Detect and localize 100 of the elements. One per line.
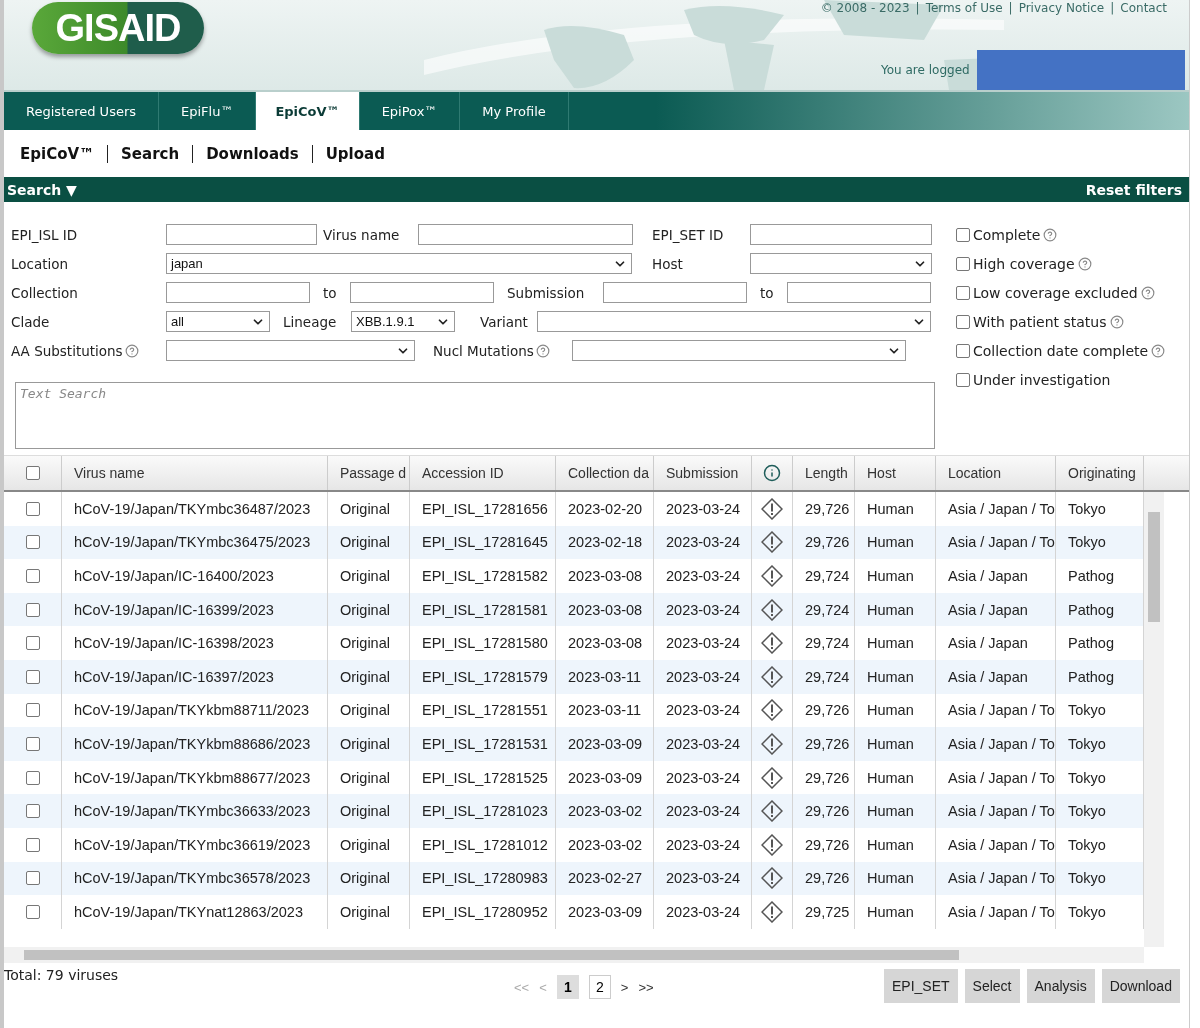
row-checkbox[interactable] [25, 636, 40, 651]
column-header[interactable]: Accession ID [422, 465, 504, 481]
table-cell: 29,726 [805, 836, 850, 853]
table-cell: Asia / Japan / To [948, 769, 1055, 786]
table-cell: Human [867, 870, 914, 887]
nav-tab[interactable]: My Profile [460, 92, 569, 130]
select-all-checkbox[interactable] [25, 466, 40, 480]
row-checkbox[interactable] [25, 804, 40, 819]
nav-tab[interactable]: EpiPox™ [359, 92, 461, 130]
checkbox[interactable] [956, 227, 970, 242]
sub-nav-link[interactable]: Downloads [206, 144, 299, 163]
checkbox[interactable] [956, 256, 970, 271]
pager-link[interactable]: > [620, 979, 629, 995]
table-cell: 2023-03-02 [568, 836, 643, 853]
warning-icon [761, 497, 783, 520]
help-icon[interactable] [1151, 343, 1166, 358]
header-link[interactable]: Privacy Notice [1018, 1, 1105, 15]
page-number[interactable]: 1 [556, 975, 579, 999]
table-cell: 29,726 [805, 702, 850, 719]
nav-tab[interactable]: Registered Users [4, 92, 160, 130]
sub-nav-link[interactable]: Upload [325, 144, 385, 163]
table-cell: 29,725 [805, 903, 850, 920]
checkbox[interactable] [956, 285, 970, 300]
row-checkbox[interactable] [25, 837, 40, 852]
checkbox-label: Complete [973, 226, 1041, 243]
input-field[interactable] [603, 282, 747, 303]
pager-link[interactable]: >> [638, 979, 654, 995]
table-cell: 29,726 [805, 803, 850, 820]
dropdown[interactable]: XBB.1.9.1 [351, 311, 455, 332]
column-header[interactable]: Location [948, 465, 1001, 481]
text-search-field[interactable]: Text Search [15, 382, 935, 449]
row-checkbox[interactable] [25, 501, 40, 516]
dropdown[interactable] [166, 340, 415, 361]
horizontal-scrollbar[interactable] [4, 947, 1144, 963]
column-header[interactable]: Host [867, 465, 896, 481]
table-cell: hCoV-19/Japan/IC-16398/2023 [74, 635, 274, 652]
help-icon[interactable] [1043, 227, 1058, 242]
checkbox[interactable] [956, 314, 970, 329]
row-checkbox[interactable] [25, 535, 40, 550]
row-checkbox[interactable] [25, 569, 40, 583]
input-field[interactable] [166, 282, 310, 303]
action-button[interactable]: Analysis [1026, 969, 1095, 1003]
dropdown[interactable]: japan [166, 253, 632, 274]
help-icon[interactable] [1109, 314, 1124, 329]
search-toggle[interactable]: Search ▼ [7, 181, 77, 198]
table-cell: 2023-03-09 [568, 769, 643, 786]
input-field[interactable] [750, 224, 932, 245]
checkbox-label: Low coverage excluded [973, 284, 1138, 301]
column-header[interactable]: Virus name [74, 465, 145, 481]
row-checkbox[interactable] [25, 904, 40, 919]
dropdown[interactable] [537, 311, 931, 332]
table-cell: EPI_ISL_17281525 [422, 769, 548, 786]
row-checkbox[interactable] [25, 871, 40, 886]
action-button[interactable]: Download [1101, 969, 1180, 1003]
table-cell: Human [867, 668, 914, 685]
table-cell: 2023-03-24 [666, 668, 741, 685]
input-field[interactable] [350, 282, 494, 303]
help-icon[interactable] [124, 343, 139, 358]
row-checkbox[interactable] [25, 736, 40, 751]
sub-nav-link[interactable]: EpiCoV™ [20, 144, 95, 163]
table-cell: Human [867, 601, 914, 618]
column-header[interactable]: Length [805, 465, 848, 481]
action-button[interactable]: EPI_SET [884, 969, 958, 1003]
column-header[interactable]: Collection da [568, 465, 649, 481]
vertical-scrollbar[interactable] [1144, 492, 1164, 947]
input-field[interactable] [787, 282, 931, 303]
dropdown[interactable] [750, 253, 932, 274]
row-checkbox[interactable] [25, 602, 40, 617]
warning-icon [761, 598, 783, 621]
help-icon[interactable] [1077, 256, 1092, 271]
input-field[interactable] [418, 224, 633, 245]
header-link[interactable]: Contact [1120, 1, 1167, 15]
nav-tab[interactable]: EpiCoV™ [256, 92, 360, 130]
header-link[interactable]: © 2008 - 2023 [820, 1, 910, 15]
reset-filters-link[interactable]: Reset filters [1085, 181, 1182, 198]
header-link[interactable]: Terms of Use [925, 1, 1003, 15]
action-button[interactable]: Select [964, 969, 1020, 1003]
sub-nav-link[interactable]: Search [121, 144, 180, 163]
checkbox[interactable] [956, 343, 970, 358]
table-cell: 29,726 [805, 735, 850, 752]
table-cell: Original [340, 500, 390, 517]
warning-icon [761, 732, 783, 755]
info-icon[interactable] [763, 464, 781, 482]
row-checkbox[interactable] [25, 669, 40, 684]
table-cell: Human [867, 735, 914, 752]
table-cell: 2023-03-09 [568, 735, 643, 752]
column-header[interactable]: Submission [666, 465, 739, 481]
row-checkbox[interactable] [25, 703, 40, 718]
column-header[interactable]: Originating [1068, 465, 1136, 481]
page-number[interactable]: 2 [588, 975, 611, 999]
help-icon[interactable] [1140, 285, 1155, 300]
dropdown[interactable]: all [166, 311, 270, 332]
dropdown[interactable] [572, 340, 906, 361]
help-icon[interactable] [535, 343, 550, 358]
column-header[interactable]: Passage d [340, 465, 407, 481]
checkbox[interactable] [956, 372, 970, 387]
logo[interactable]: GISAID [32, 2, 204, 54]
table-cell: Original [340, 769, 390, 786]
row-checkbox[interactable] [25, 770, 40, 785]
input-field[interactable] [166, 224, 317, 245]
